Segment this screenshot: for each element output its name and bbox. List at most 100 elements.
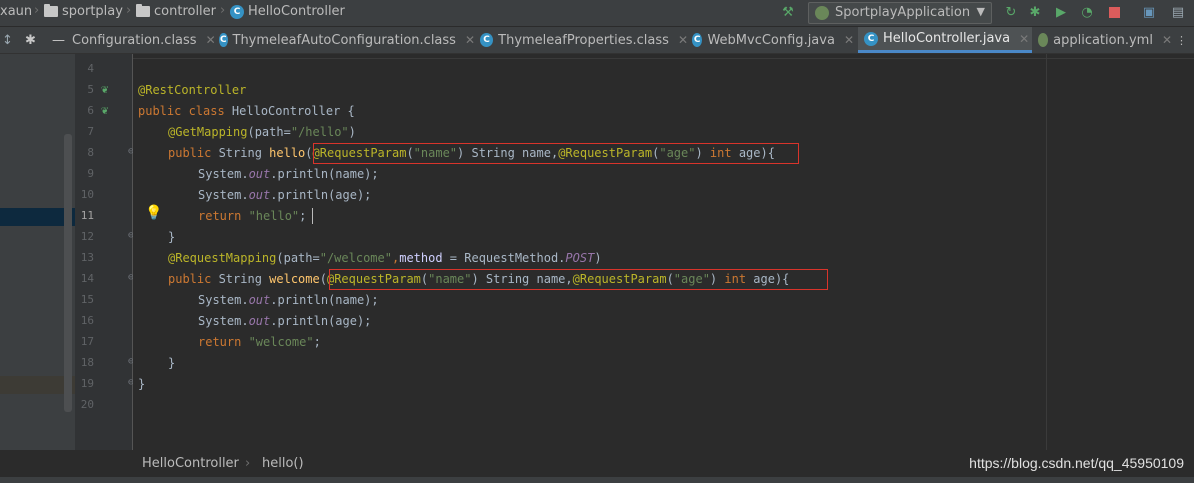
- breadcrumb-label: HelloController: [248, 4, 345, 19]
- highlight-box: [313, 143, 799, 164]
- class-icon: C: [692, 33, 703, 47]
- keyword: public class: [138, 104, 232, 118]
- code-text: }: [168, 230, 176, 244]
- line-number: 8: [87, 146, 94, 159]
- run-with-coverage-icon[interactable]: ▶: [1053, 4, 1069, 20]
- spring-bean-icon[interactable]: ❦: [101, 82, 108, 96]
- line-number: 14: [80, 272, 94, 285]
- keyword: public: [168, 146, 219, 160]
- line-number: 6: [87, 104, 94, 117]
- line-number: 13: [80, 251, 94, 264]
- tab-webmvcconfig-java[interactable]: C WebMvcConfig.java ✕: [692, 27, 854, 53]
- code-text: .println(age);: [270, 188, 372, 202]
- close-icon[interactable]: ✕: [1162, 33, 1172, 47]
- line-number: 19: [80, 377, 94, 390]
- static-field: out: [248, 167, 271, 181]
- rerun-icon[interactable]: ↻: [1003, 4, 1019, 20]
- tab-hellocontroller-java[interactable]: C HelloController.java ✕: [858, 27, 1032, 53]
- code-text: String: [218, 146, 270, 160]
- run-configuration-select[interactable]: SportplayApplication ▼: [808, 2, 992, 24]
- line-number: 7: [87, 125, 94, 138]
- lightbulb-icon[interactable]: 💡: [145, 205, 162, 221]
- code-text: System.: [198, 293, 249, 307]
- code-line-18: }: [168, 354, 175, 372]
- build-hammer-icon[interactable]: ⚒: [780, 4, 796, 20]
- code-line-13: @RequestMapping(path="/welcome",method =…: [168, 249, 602, 267]
- breadcrumb-item-controller[interactable]: controller: [136, 4, 216, 19]
- close-icon[interactable]: ✕: [465, 33, 475, 47]
- code-text: = RequestMethod.: [442, 251, 566, 265]
- code-text: .println(age);: [270, 314, 372, 328]
- tab-label: Configuration.class: [72, 32, 197, 48]
- editor-breadcrumb-bar: HelloController › hello() https://blog.c…: [75, 451, 1194, 477]
- settings-gear-icon[interactable]: ✱: [25, 27, 41, 53]
- annotation: @GetMapping: [168, 125, 248, 139]
- breadcrumb-item-sportplay[interactable]: sportplay: [44, 4, 123, 19]
- spring-boot-icon: [815, 6, 829, 20]
- line-number: 5: [87, 83, 94, 96]
- code-line-17: return "welcome";: [198, 333, 321, 351]
- highlight-box: [329, 269, 828, 290]
- class-icon: C: [230, 4, 244, 19]
- tab-application-yml[interactable]: application.yml ✕: [1038, 27, 1172, 53]
- class-icon: C: [864, 31, 878, 46]
- method-name: hello: [269, 146, 306, 160]
- tab-scroll-left[interactable]: ↕: [2, 27, 22, 53]
- code-line-9: System.out.println(name);: [198, 165, 379, 183]
- close-icon[interactable]: ✕: [206, 33, 216, 47]
- string-literal: "welcome": [248, 335, 314, 349]
- keyword: return: [198, 335, 249, 349]
- breadcrumb-separator: ›: [245, 456, 251, 471]
- debug-bug-icon[interactable]: ✱: [1027, 4, 1043, 20]
- close-icon[interactable]: ✕: [678, 33, 688, 47]
- string-literal: "/welcome": [319, 251, 392, 265]
- breadcrumb-class[interactable]: HelloController: [142, 456, 239, 471]
- watermark-text: https://blog.csdn.net/qq_45950109: [969, 455, 1184, 471]
- breadcrumb-label: xaun: [0, 4, 33, 19]
- tab-overflow-menu[interactable]: ⋮: [1176, 27, 1194, 53]
- annotation: @RestController: [138, 83, 247, 97]
- folder-icon: [44, 4, 58, 17]
- code-line-10: System.out.println(age);: [198, 186, 371, 204]
- code-text: }: [168, 356, 176, 370]
- keyword: return: [198, 209, 249, 223]
- code-text: System.: [198, 188, 249, 202]
- right-margin-guide: [1046, 54, 1047, 450]
- class-icon: C: [480, 33, 494, 47]
- static-field: POST: [565, 251, 595, 265]
- code-line-19: }: [138, 375, 145, 393]
- bottom-strip: [0, 477, 1194, 483]
- code-text: (path=: [247, 125, 291, 139]
- breadcrumb-method[interactable]: hello(): [262, 456, 304, 471]
- tab-label: ThymeleafAutoConfiguration.class: [232, 32, 456, 48]
- line-number: 9: [87, 167, 94, 180]
- line-number: 15: [80, 293, 94, 306]
- tab-configuration-class[interactable]: Configuration.class ✕: [72, 27, 218, 53]
- project-structure-icon[interactable]: ▤: [1170, 4, 1186, 20]
- layout-icon[interactable]: ▣: [1141, 4, 1157, 20]
- line-number: 12: [80, 230, 94, 243]
- annotation: @RequestMapping: [168, 251, 277, 265]
- close-icon[interactable]: ✕: [1019, 32, 1029, 46]
- tab-thymeleafautoconfiguration-class[interactable]: C ThymeleafAutoConfiguration.class ✕: [219, 27, 475, 53]
- string-literal: "/hello": [290, 125, 349, 139]
- code-text: (path=: [276, 251, 320, 265]
- spring-bean-icon[interactable]: ❦: [101, 103, 108, 117]
- editor-top-fade: [133, 54, 1194, 59]
- breadcrumb-item-class[interactable]: C HelloController: [230, 4, 345, 19]
- collapse-icon[interactable]: —: [52, 27, 68, 53]
- tab-label: ThymeleafProperties.class: [498, 32, 669, 48]
- tab-thymeleafproperties-class[interactable]: C ThymeleafProperties.class ✕: [480, 27, 688, 53]
- line-number: 18: [80, 356, 94, 369]
- profile-icon[interactable]: ◔: [1079, 4, 1095, 20]
- code-line-5: @RestController: [138, 81, 246, 99]
- code-text: HelloController {: [231, 104, 355, 118]
- stop-icon[interactable]: [1106, 4, 1122, 20]
- static-field: out: [248, 293, 271, 307]
- breadcrumb-item-project[interactable]: xaun: [0, 4, 32, 19]
- code-text: .println(name);: [270, 293, 379, 307]
- close-icon[interactable]: ✕: [844, 33, 854, 47]
- code-editor[interactable]: @RestController public class HelloContro…: [133, 54, 1194, 450]
- static-field: out: [248, 188, 271, 202]
- method-name: welcome: [269, 272, 320, 286]
